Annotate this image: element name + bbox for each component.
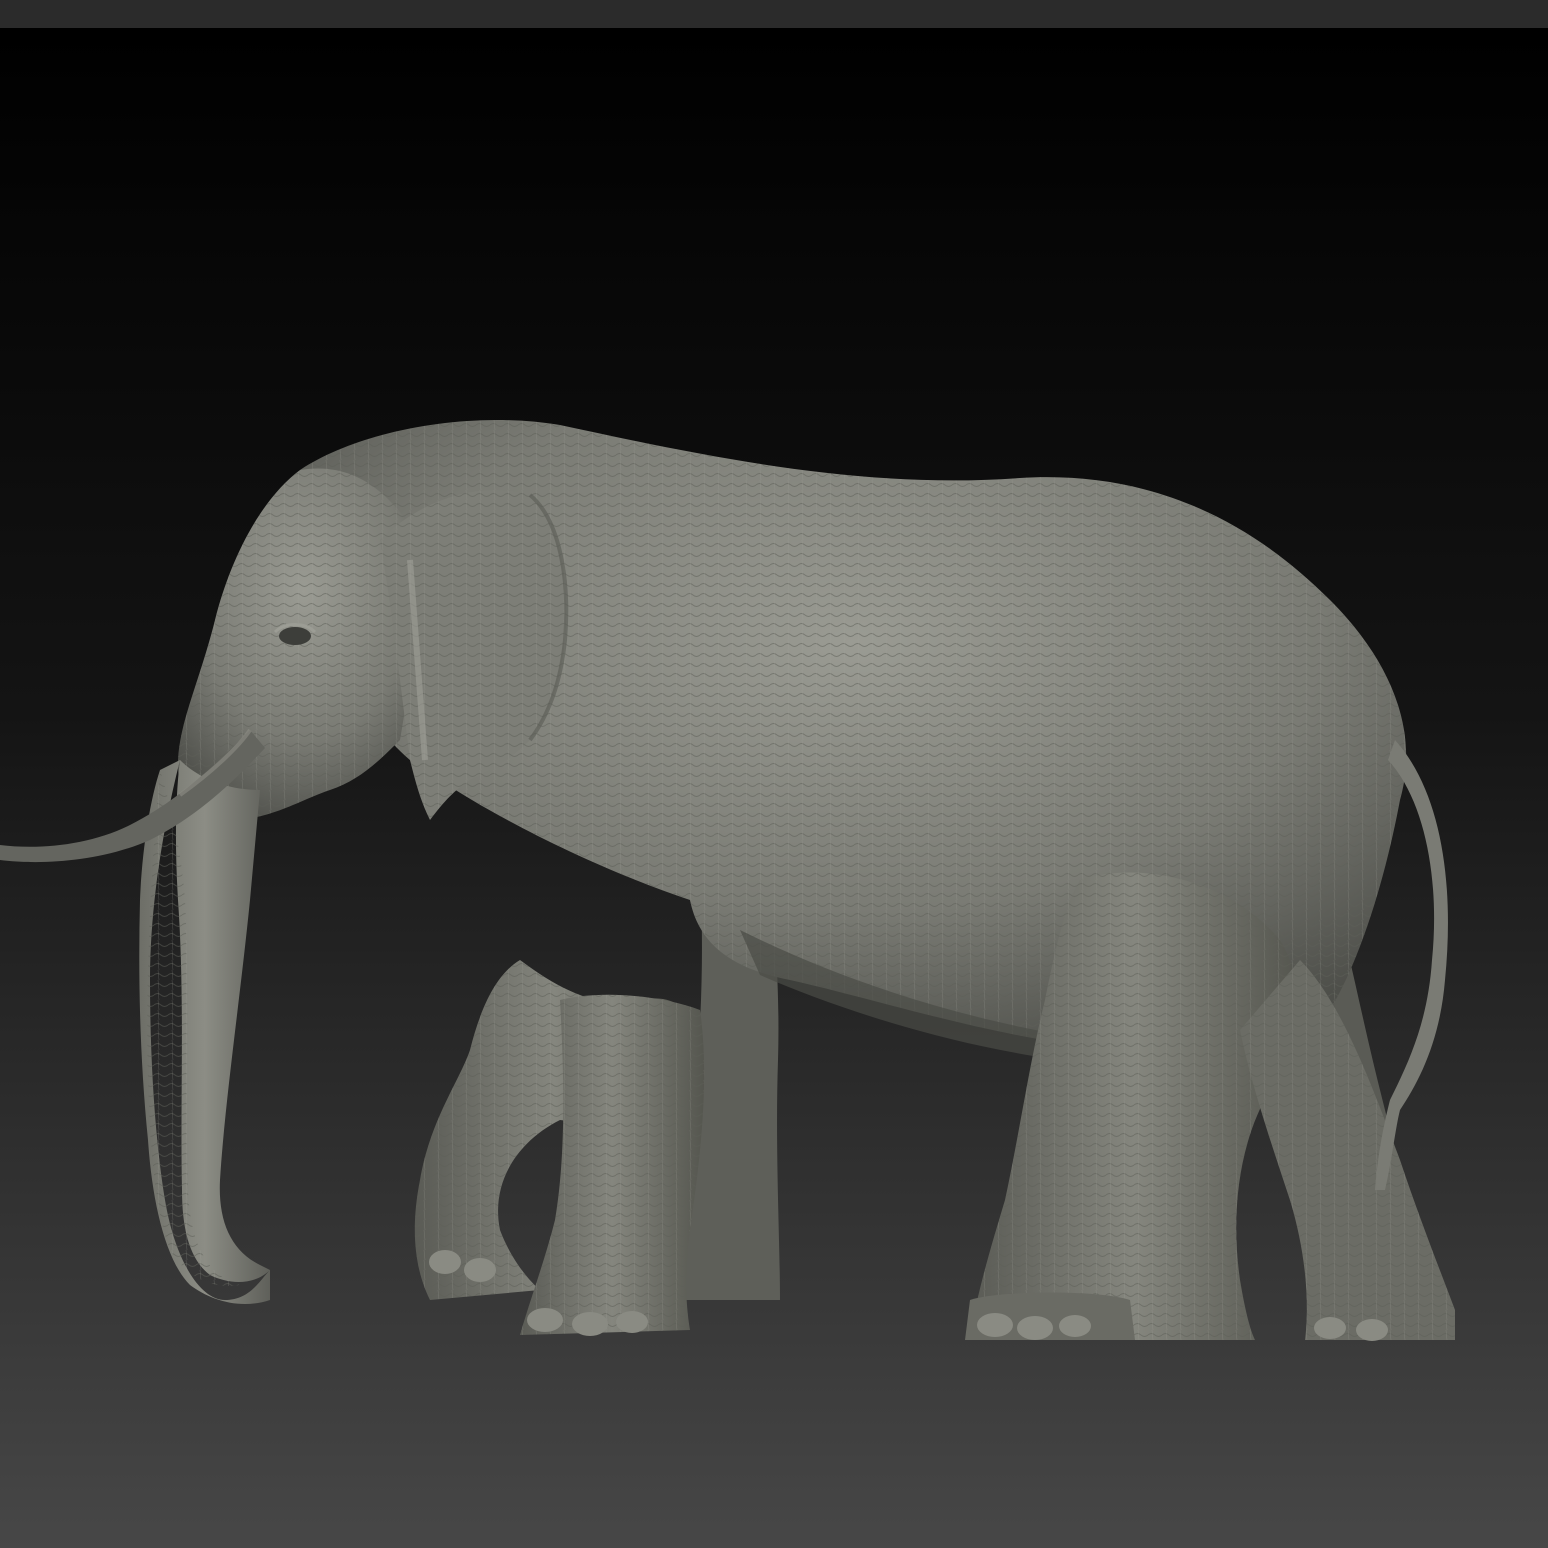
viewport-top-bar xyxy=(0,0,1548,28)
sculpt-viewport[interactable] xyxy=(0,0,1548,1548)
viewport-canvas[interactable] xyxy=(0,28,1548,1548)
elephant-render xyxy=(0,28,1548,1548)
